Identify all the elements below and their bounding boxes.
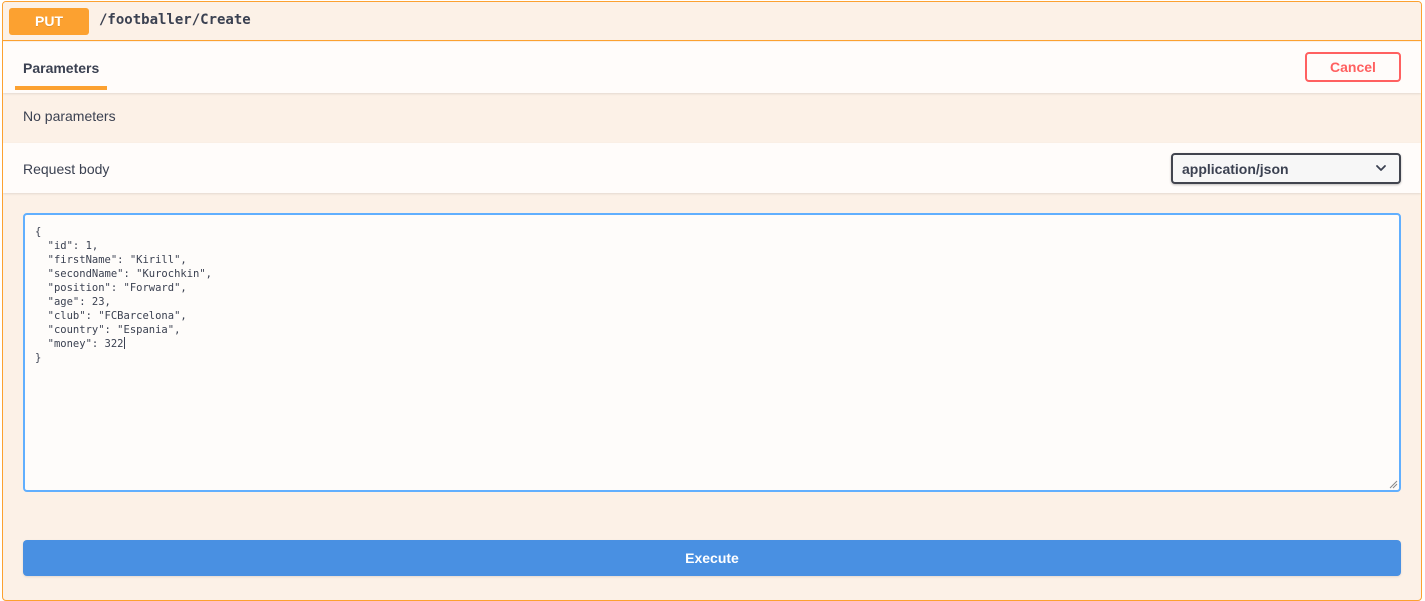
- resize-handle-icon[interactable]: [1388, 479, 1398, 489]
- code-line: "age": 23,: [35, 296, 111, 308]
- content-type-select[interactable]: application/json: [1171, 153, 1401, 184]
- request-body-header: Request body application/json: [3, 143, 1421, 193]
- request-body-editor[interactable]: { "id": 1, "firstName": "Kirill", "secon…: [23, 213, 1401, 492]
- code-line: "money": 322: [35, 338, 124, 350]
- parameters-header: Parameters Cancel: [3, 42, 1421, 93]
- content-type-value: application/json: [1182, 161, 1289, 177]
- endpoint-path: /footballer/Create: [99, 12, 251, 28]
- code-line-with-caret: "money": 322: [35, 337, 212, 351]
- chevron-down-icon: [1376, 165, 1386, 171]
- code-line: {: [35, 226, 42, 238]
- no-parameters-message: No parameters: [23, 108, 116, 124]
- text-caret: [123, 337, 125, 349]
- request-body-text[interactable]: { "id": 1, "firstName": "Kirill", "secon…: [35, 225, 212, 365]
- code-line: "club": "FCBarcelona",: [35, 310, 187, 322]
- code-line: "id": 1,: [35, 240, 99, 252]
- code-line: "country": "Espania",: [35, 324, 181, 336]
- code-line: }: [35, 352, 42, 364]
- request-body-label: Request body: [23, 161, 110, 177]
- code-line: "secondName": "Kurochkin",: [35, 268, 213, 280]
- execute-button[interactable]: Execute: [23, 540, 1401, 576]
- tab-active-indicator: [15, 86, 107, 90]
- tab-parameters[interactable]: Parameters: [23, 60, 99, 76]
- operation-summary[interactable]: PUT /footballer/Create: [3, 2, 1421, 41]
- method-badge: PUT: [9, 8, 89, 35]
- code-line: "firstName": "Kirill",: [35, 254, 187, 266]
- code-line: "position": "Forward",: [35, 282, 187, 294]
- cancel-button[interactable]: Cancel: [1305, 52, 1401, 82]
- operation-block: PUT /footballer/Create Parameters Cancel…: [2, 1, 1422, 601]
